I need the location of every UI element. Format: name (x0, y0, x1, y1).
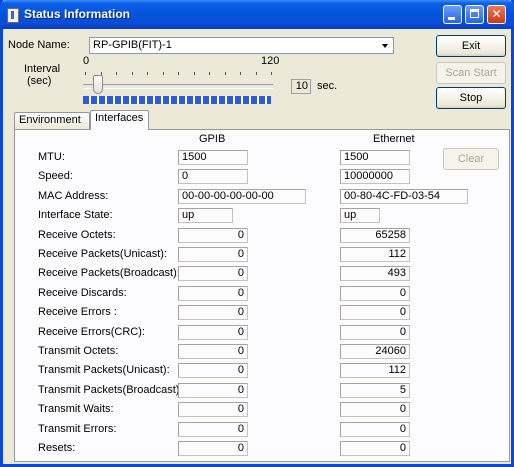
slider-tick (85, 72, 86, 75)
ethernet-value-field: 0 (340, 441, 410, 456)
ethernet-value-field: 00-80-4C-FD-03-54 (340, 189, 468, 204)
row-label: Receive Packets(Broadcast): (38, 267, 180, 279)
row-label: Receive Errors : (38, 306, 117, 318)
app-icon (7, 8, 19, 23)
clear-button[interactable]: Clear (443, 148, 499, 170)
row-label: Transmit Octets: (38, 345, 119, 357)
ethernet-value-field: up (340, 208, 380, 223)
window-title: Status Information (24, 7, 131, 21)
gpib-value-field: 0 (178, 402, 248, 417)
interval-slider-thumb[interactable] (93, 75, 103, 94)
slider-tick (131, 72, 133, 75)
minimize-button[interactable] (443, 5, 462, 24)
interval-unit-label: (sec) (27, 75, 52, 87)
gpib-value-field: 0 (178, 344, 248, 359)
gpib-value-field: 0 (178, 383, 248, 398)
row-label: MTU: (38, 151, 65, 163)
interval-value-box: 10 (291, 79, 311, 94)
scan-start-button[interactable]: Scan Start (436, 62, 506, 84)
gpib-column-header: GPIB (199, 133, 226, 145)
gpib-value-field: up (178, 208, 233, 223)
slider-tick (255, 72, 257, 75)
gpib-value-field: 0 (178, 422, 248, 437)
close-button[interactable]: ✕ (487, 5, 506, 24)
ethernet-value-field: 112 (340, 247, 410, 262)
row-label: Transmit Waits: (38, 403, 114, 415)
interval-sec-label: sec. (317, 80, 338, 92)
gpib-value-field: 0 (178, 441, 248, 456)
scan-progress-bar (83, 96, 271, 104)
ethernet-value-field: 112 (340, 363, 410, 378)
ethernet-value-field: 493 (340, 266, 410, 281)
row-label: Interface State: (38, 209, 113, 221)
interval-max-label: 120 (261, 55, 280, 67)
row-label: MAC Address: (38, 190, 109, 202)
chevron-down-icon[interactable] (378, 38, 393, 53)
gpib-value-field: 0 (178, 305, 248, 320)
gpib-value-field: 00-00-00-00-00-00 (178, 189, 306, 204)
tab-interfaces[interactable]: Interfaces (90, 110, 149, 130)
ethernet-value-field: 65258 (340, 228, 410, 243)
scan-progress-fill (83, 96, 271, 104)
slider-tick (162, 72, 164, 75)
ethernet-value-field: 24060 (340, 344, 410, 359)
slider-tick (209, 72, 210, 75)
row-label: Resets: (38, 442, 76, 454)
ethernet-value-field: 10000000 (340, 169, 410, 184)
ethernet-value-field: 0 (340, 286, 410, 301)
slider-tick (240, 72, 241, 75)
row-label: Transmit Packets(Unicast): (38, 364, 170, 376)
row-label: Receive Errors(CRC): (38, 326, 145, 338)
slider-tick (193, 72, 195, 75)
ethernet-value-field: 0 (340, 325, 410, 340)
gpib-value-field: 0 (178, 266, 248, 281)
gpib-value-field: 0 (178, 286, 248, 301)
ethernet-value-field: 0 (340, 305, 410, 320)
row-label: Receive Discards: (38, 287, 127, 299)
interval-slider-track[interactable] (83, 84, 273, 89)
row-label: Speed: (38, 170, 73, 182)
slider-tick (116, 72, 117, 75)
slider-tick (147, 72, 148, 75)
node-name-value: RP-GPIB(FIT)-1 (93, 39, 172, 51)
slider-tick (224, 72, 226, 75)
slider-tick (271, 72, 272, 75)
gpib-value-field: 0 (178, 169, 248, 184)
gpib-value-field: 0 (178, 228, 248, 243)
row-label: Transmit Packets(Broadcast): (38, 384, 183, 396)
slider-tick (178, 72, 179, 75)
gpib-value-field: 0 (178, 247, 248, 262)
interval-min-label: 0 (83, 55, 90, 67)
ethernet-column-header: Ethernet (373, 133, 415, 145)
ethernet-value-field: 1500 (340, 150, 410, 165)
node-name-select[interactable]: RP-GPIB(FIT)-1 (89, 37, 394, 54)
gpib-value-field: 0 (178, 325, 248, 340)
row-label: Receive Packets(Unicast): (38, 248, 167, 260)
gpib-value-field: 0 (178, 363, 248, 378)
ethernet-value-field: 0 (340, 422, 410, 437)
ethernet-value-field: 5 (340, 383, 410, 398)
gpib-value-field: 1500 (178, 150, 248, 165)
tab-environment[interactable]: Environment (14, 112, 90, 129)
ethernet-value-field: 0 (340, 402, 410, 417)
title-bar[interactable]: Status Information ✕ (0, 0, 514, 29)
interval-label: Interval (24, 63, 61, 75)
stop-button[interactable]: Stop (436, 87, 506, 109)
maximize-button[interactable] (465, 5, 484, 24)
exit-button[interactable]: Exit (436, 35, 506, 57)
node-name-label: Node Name: (8, 39, 70, 51)
row-label: Receive Octets: (38, 229, 116, 241)
row-label: Transmit Errors: (38, 423, 117, 435)
status-information-window: Status Information ✕ Node Name: RP-GPIB(… (0, 0, 514, 467)
